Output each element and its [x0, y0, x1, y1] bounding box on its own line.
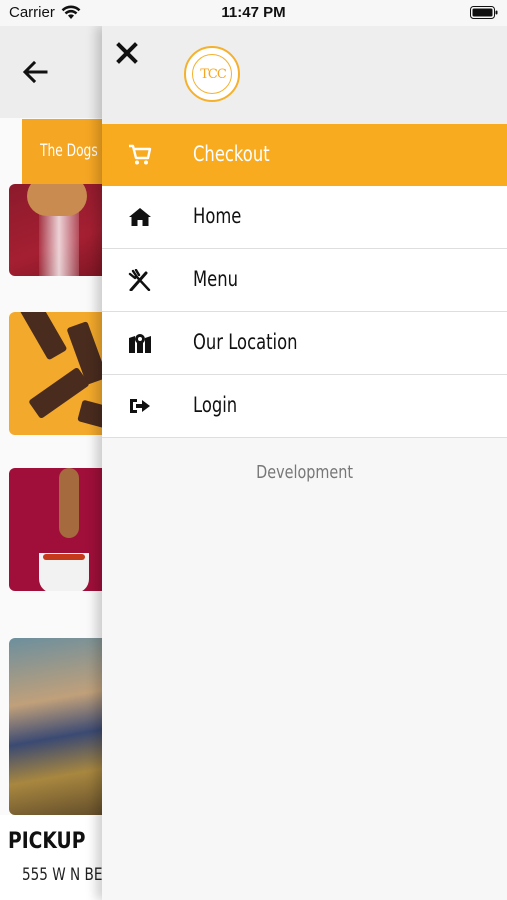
menu-item-label: Menu: [193, 267, 238, 291]
home-icon: [129, 208, 151, 226]
drawer-header: TCC: [102, 26, 507, 124]
menu-item-menu[interactable]: Menu: [102, 249, 507, 312]
login-icon: [130, 399, 150, 413]
brand-logo: TCC: [184, 46, 240, 102]
drawer-menu: Checkout Home Menu Our Location Login: [102, 124, 507, 438]
menu-item-our-location[interactable]: Our Location: [102, 312, 507, 375]
menu-item-label: Our Location: [193, 330, 298, 354]
menu-item-label: Login: [193, 393, 238, 417]
cart-icon: [129, 144, 152, 165]
battery-icon: [470, 6, 498, 19]
status-bar: Carrier 11:47 PM: [0, 0, 507, 26]
fork-knife-icon: [128, 269, 151, 291]
pickup-title: PICKUP: [8, 829, 86, 854]
back-arrow-icon[interactable]: [22, 59, 48, 85]
environment-label: Development: [102, 462, 507, 483]
menu-item-label: Home: [193, 204, 242, 228]
status-time: 11:47 PM: [221, 4, 286, 21]
environment-label-text: Development: [256, 462, 353, 483]
close-icon[interactable]: [116, 42, 138, 64]
category-banner-label: The Dogs: [40, 141, 98, 161]
menu-item-checkout[interactable]: Checkout: [102, 124, 507, 186]
side-drawer: TCC Checkout Home Menu Our Location Logi…: [102, 26, 507, 900]
logo-text: TCC: [200, 67, 227, 82]
pickup-address: 555 W N BE: [22, 865, 103, 885]
menu-item-label: Checkout: [193, 142, 270, 166]
menu-item-login[interactable]: Login: [102, 375, 507, 438]
map-pin-icon: [129, 334, 151, 353]
menu-item-home[interactable]: Home: [102, 186, 507, 249]
